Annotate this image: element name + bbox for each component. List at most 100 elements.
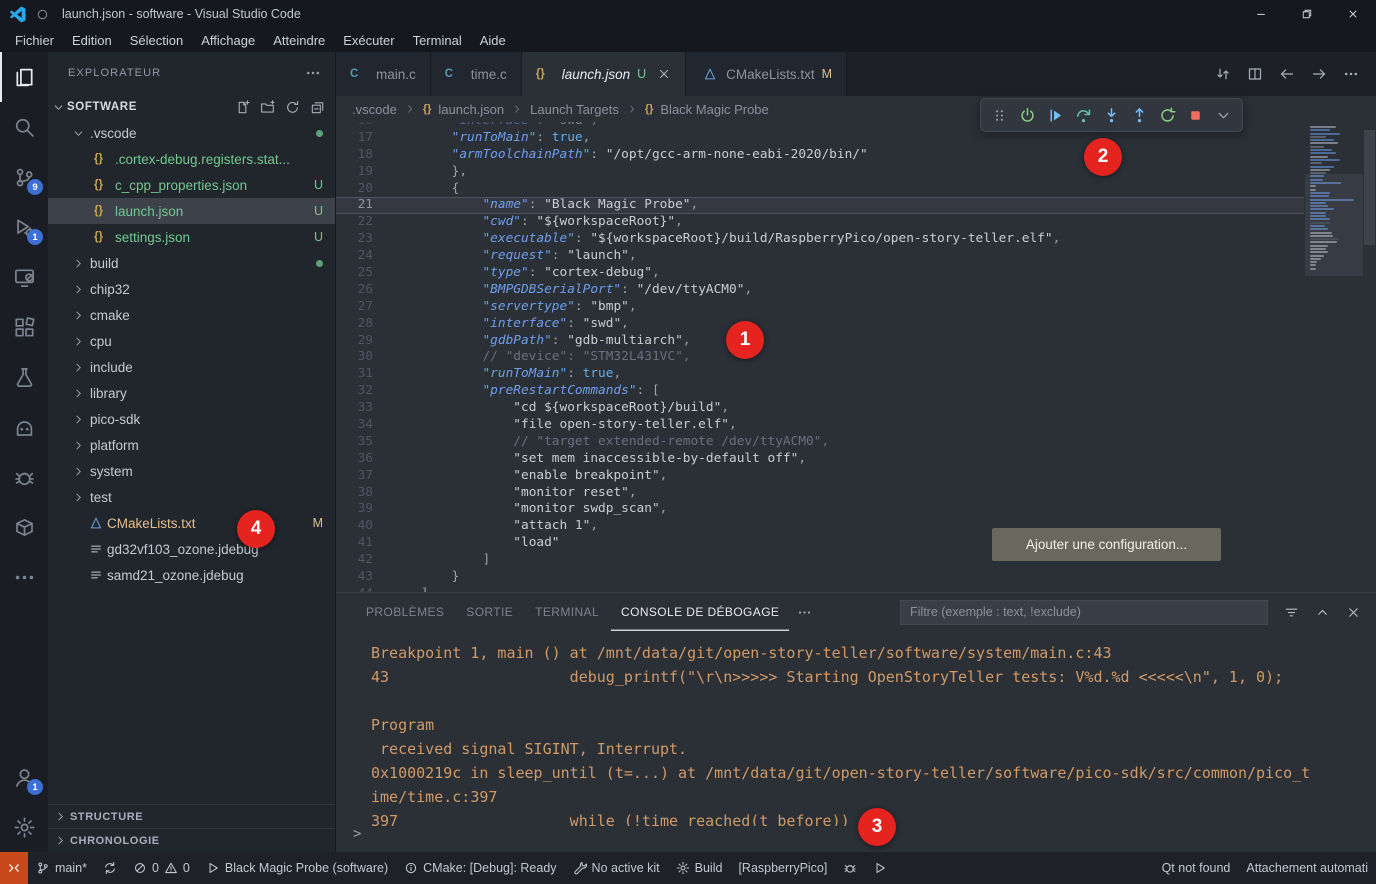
debug-chevron-down-button[interactable] — [1210, 102, 1237, 129]
sync-changes[interactable] — [95, 852, 125, 884]
cmake-build[interactable]: Build — [668, 852, 731, 884]
activity-platformio[interactable] — [0, 402, 48, 452]
code-editor[interactable]: 16 "interface": "swd",17 "runToMain": tr… — [336, 122, 1376, 592]
console-filter-input[interactable] — [900, 600, 1268, 625]
tree-item-system[interactable]: system — [48, 458, 335, 484]
arrow-left-icon[interactable] — [1274, 61, 1300, 87]
panel-tab-probl-mes[interactable]: PROBLÈMES — [356, 593, 454, 631]
activity-source-control[interactable]: 9 — [0, 152, 48, 202]
new-file-icon[interactable] — [232, 97, 252, 117]
section-structure[interactable]: STRUCTURE — [48, 804, 335, 828]
restore-button[interactable] — [1284, 0, 1330, 28]
cmake-target[interactable]: [RaspberryPico] — [730, 852, 835, 884]
new-folder-icon[interactable] — [257, 97, 277, 117]
section-header-software[interactable]: SOFTWARE — [48, 94, 335, 120]
panel-tab-terminal[interactable]: TERMINAL — [525, 593, 609, 631]
tree-item-c-cpp-properties-json[interactable]: {}c_cpp_properties.jsonU — [48, 172, 335, 198]
tree-item-samd21-ozone-jdebug[interactable]: samd21_ozone.jdebug — [48, 562, 335, 588]
menu-terminal[interactable]: Terminal — [404, 31, 471, 50]
add-configuration-button[interactable]: Ajouter une configuration... — [992, 528, 1221, 561]
cmake-status[interactable]: CMake: [Debug]: Ready — [396, 852, 564, 884]
editor-scrollbar[interactable] — [1363, 122, 1376, 592]
tree-item-pico-sdk[interactable]: pico-sdk — [48, 406, 335, 432]
activity-remote-explorer[interactable] — [0, 252, 48, 302]
tree-item-settings-json[interactable]: {}settings.jsonU — [48, 224, 335, 250]
git-branch[interactable]: main* — [28, 852, 95, 884]
explorer-more-icon[interactable] — [305, 65, 321, 81]
breadcrumb-item[interactable]: Launch Targets — [530, 102, 619, 117]
panel-tab-console-de-d-bogage[interactable]: CONSOLE DE DÉBOGAGE — [611, 593, 789, 631]
tree-item-library[interactable]: library — [48, 380, 335, 406]
debug-power-button[interactable] — [1014, 102, 1041, 129]
activity-run-and-debug[interactable]: 1 — [0, 202, 48, 252]
activity-explorer[interactable] — [0, 52, 48, 102]
debug-toolbar-gripper[interactable] — [986, 102, 1013, 129]
breadcrumb-item[interactable]: Black Magic Probe — [660, 102, 768, 117]
tree-item-gd32vf103-ozone-jdebug[interactable]: gd32vf103_ozone.jdebug — [48, 536, 335, 562]
debug-launch-target[interactable]: Black Magic Probe (software) — [198, 852, 396, 884]
changes-icon[interactable] — [1210, 61, 1236, 87]
tree-item-test[interactable]: test — [48, 484, 335, 510]
tree-item-cmakelists-txt[interactable]: CMakeLists.txtM — [48, 510, 335, 536]
menu-s-lection[interactable]: Sélection — [121, 31, 192, 50]
activity-packages[interactable] — [0, 502, 48, 552]
auto-attach[interactable]: Attachement automati — [1238, 852, 1376, 884]
debug-restart-button[interactable] — [1154, 102, 1181, 129]
debug-console-output[interactable]: Breakpoint 1, main () at /mnt/data/git/o… — [336, 631, 1376, 826]
menu-ex-cuter[interactable]: Exécuter — [334, 31, 403, 50]
split-icon[interactable] — [1242, 61, 1268, 87]
activity-additional-views[interactable] — [0, 552, 48, 602]
activity-extensions[interactable] — [0, 302, 48, 352]
close-icon[interactable] — [657, 67, 671, 81]
debug-step-over-button[interactable] — [1070, 102, 1097, 129]
breadcrumb-item[interactable]: launch.json — [438, 102, 504, 117]
minimap-slider[interactable] — [1305, 174, 1363, 276]
close-button[interactable] — [1330, 0, 1376, 28]
tree-item-include[interactable]: include — [48, 354, 335, 380]
tree-item-platform[interactable]: platform — [48, 432, 335, 458]
activity-search[interactable] — [0, 102, 48, 152]
debug-step-into-button[interactable] — [1098, 102, 1125, 129]
activity-accounts[interactable]: 1 — [0, 752, 48, 802]
tab-cmakelists-txt[interactable]: CMakeLists.txtM — [686, 52, 847, 96]
refresh-icon[interactable] — [282, 97, 302, 117]
remote-indicator[interactable] — [0, 852, 28, 884]
scrollbar-thumb[interactable] — [1364, 130, 1375, 245]
arrow-right-icon[interactable] — [1306, 61, 1332, 87]
chevron-up-icon[interactable] — [1311, 601, 1333, 623]
tree-item-cpu[interactable]: cpu — [48, 328, 335, 354]
debug-stop-button[interactable] — [1182, 102, 1209, 129]
problems[interactable]: 00 — [125, 852, 198, 884]
tab-time-c[interactable]: Ctime.c — [431, 52, 522, 96]
tree-item-chip32[interactable]: chip32 — [48, 276, 335, 302]
qt-status[interactable]: Qt not found — [1154, 852, 1239, 884]
menu-atteindre[interactable]: Atteindre — [264, 31, 334, 50]
activity-debug-adapter[interactable] — [0, 452, 48, 502]
tree-item-cortex-debug-registers-stat[interactable]: {}.cortex-debug.registers.stat... — [48, 146, 335, 172]
menu-aide[interactable]: Aide — [471, 31, 515, 50]
debug-continue-button[interactable] — [1042, 102, 1069, 129]
tree-item-vscode[interactable]: .vscode — [48, 120, 335, 146]
menu-fichier[interactable]: Fichier — [6, 31, 63, 50]
tree-item-cmake[interactable]: cmake — [48, 302, 335, 328]
cmake-kit[interactable]: No active kit — [565, 852, 668, 884]
activity-manage[interactable] — [0, 802, 48, 852]
section-chronologie[interactable]: CHRONOLOGIE — [48, 828, 335, 852]
breadcrumb-item[interactable]: .vscode — [352, 102, 397, 117]
minimap[interactable] — [1305, 126, 1363, 592]
tree-item-build[interactable]: build — [48, 250, 335, 276]
filter-lines-icon[interactable] — [1280, 601, 1302, 623]
ellipsis-icon[interactable] — [797, 605, 812, 620]
ellipsis-icon[interactable] — [1338, 61, 1364, 87]
minimize-button[interactable] — [1238, 0, 1284, 28]
menu-edition[interactable]: Edition — [63, 31, 121, 50]
tab-launch-json[interactable]: {}launch.jsonU — [522, 52, 686, 96]
activity-testing[interactable] — [0, 352, 48, 402]
tab-main-c[interactable]: Cmain.c — [336, 52, 431, 96]
panel-tab-sortie[interactable]: SORTIE — [456, 593, 523, 631]
close-icon[interactable] — [1342, 601, 1364, 623]
collapse-all-icon[interactable] — [307, 97, 327, 117]
console-prompt[interactable]: > — [336, 826, 1376, 852]
debug-icon-item[interactable] — [835, 852, 865, 884]
run-icon-item[interactable] — [865, 852, 895, 884]
